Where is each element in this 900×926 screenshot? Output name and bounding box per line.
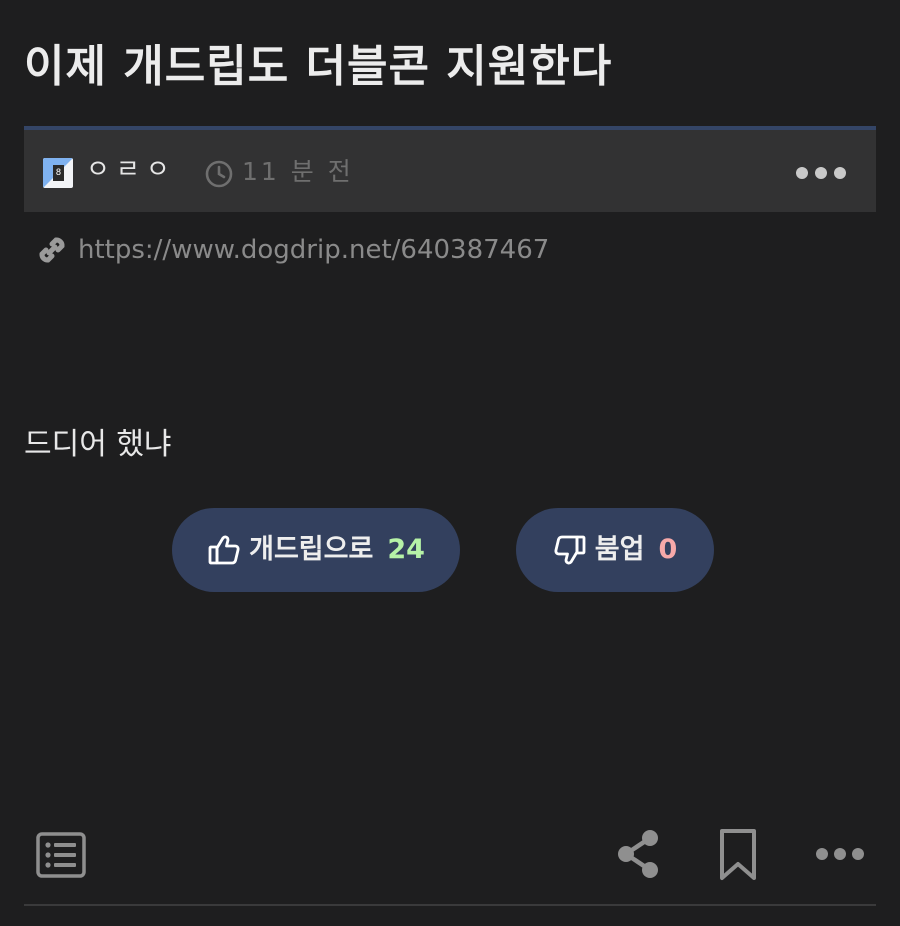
thumbs-up-icon <box>208 535 240 565</box>
post-title: 이제 개드립도 더블콘 지원한다 <box>24 41 613 92</box>
bottom-divider <box>24 904 876 906</box>
upvote-count: 24 <box>387 534 425 565</box>
clock-icon <box>205 160 233 188</box>
link-icon <box>39 237 65 263</box>
more-horizontal-icon[interactable] <box>814 842 866 866</box>
downvote-button[interactable]: 붐업 0 <box>516 508 714 592</box>
level-badge-number: 8 <box>53 165 64 181</box>
bookmark-icon[interactable] <box>718 828 758 882</box>
author-name[interactable]: ㅇㄹㅇ <box>86 152 176 188</box>
upvote-button[interactable]: 개드립으로 24 <box>172 508 460 592</box>
upvote-label: 개드립으로 <box>249 534 374 565</box>
share-icon[interactable] <box>614 828 662 880</box>
list-icon[interactable] <box>36 832 86 878</box>
more-horizontal-icon <box>796 167 846 179</box>
post-time: 11 분 전 <box>242 157 354 186</box>
bottom-toolbar <box>0 820 900 890</box>
post-body-text: 드디어 했냐 <box>24 427 172 462</box>
post-page: 이제 개드립도 더블콘 지원한다 8 ㅇㄹㅇ 11 분 전 https://ww… <box>0 0 900 926</box>
post-link-url[interactable]: https://www.dogdrip.net/640387467 <box>78 232 549 268</box>
post-more-menu-button[interactable] <box>788 156 854 190</box>
post-meta-bar: 8 ㅇㄹㅇ 11 분 전 <box>24 126 876 212</box>
downvote-label: 붐업 <box>594 534 645 565</box>
level-badge: 8 <box>43 158 73 188</box>
downvote-count: 0 <box>658 534 678 565</box>
thumbs-down-icon <box>554 535 586 565</box>
